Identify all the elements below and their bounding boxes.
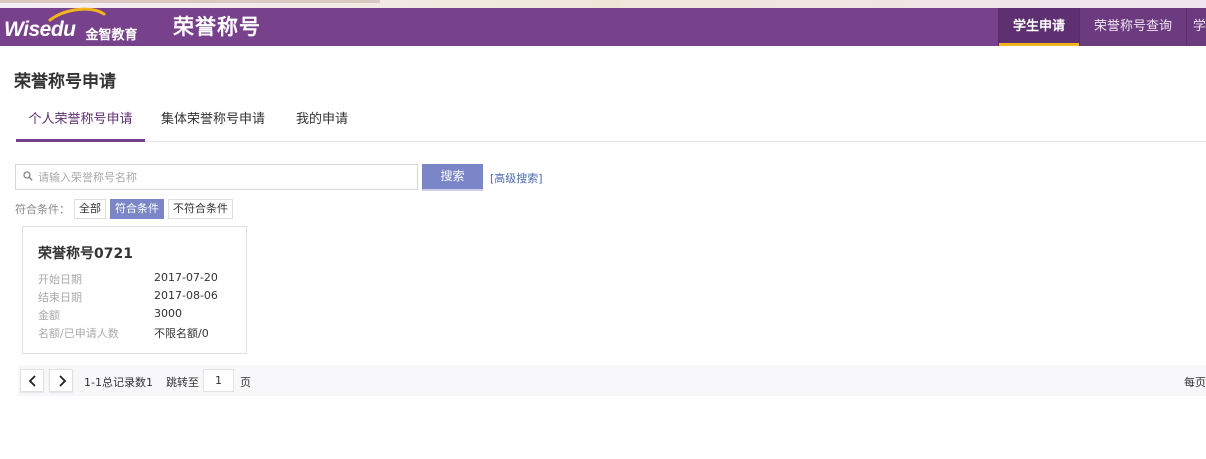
wisedu-logo[interactable]: Wisedu 金智教育 <box>4 7 138 46</box>
per-page-label: 每页 <box>1184 376 1206 389</box>
card-value: 3000 <box>154 307 182 320</box>
filter-eligible[interactable]: 符合条件 <box>110 199 164 219</box>
app-title: 荣誉称号 <box>173 15 261 39</box>
nav-more[interactable]: 学 <box>1186 8 1206 46</box>
tab-bar: 个人荣誉称号申请 集体荣誉称号申请 我的申请 <box>16 100 1206 142</box>
top-strip-bar <box>0 0 380 3</box>
nav-honor-query[interactable]: 荣誉称号查询 <box>1078 8 1186 46</box>
search-icon <box>23 171 33 181</box>
condition-filter: 符合条件： 全部 符合条件 不符合条件 <box>15 199 237 219</box>
card-value: 2017-07-20 <box>154 271 218 284</box>
card-row-amount: 金额 3000 <box>38 307 238 323</box>
card-key: 名额/已申请人数 <box>38 327 119 340</box>
pagination-bar: 1-1总记录数1 跳转至 页 每页 <box>18 365 1206 396</box>
honor-card[interactable]: 荣誉称号0721 开始日期 2017-07-20 结束日期 2017-08-06… <box>22 226 247 354</box>
next-page-button[interactable] <box>49 369 73 392</box>
chevron-right-icon <box>59 375 67 387</box>
chevron-left-icon <box>28 375 36 387</box>
card-row-end-date: 结束日期 2017-08-06 <box>38 289 238 305</box>
card-value: 不限名额/0 <box>154 327 209 340</box>
card-key: 金额 <box>38 309 60 322</box>
logo-swoosh-icon <box>48 7 106 22</box>
jump-label: 跳转至 <box>166 376 199 389</box>
card-row-quota: 名额/已申请人数 不限名额/0 <box>38 325 238 341</box>
search-input[interactable] <box>38 166 414 188</box>
page-title: 荣誉称号申请 <box>14 72 116 92</box>
filter-ineligible[interactable]: 不符合条件 <box>168 199 233 219</box>
search-button[interactable]: 搜索 <box>422 164 483 189</box>
search-box <box>15 164 418 190</box>
card-key: 开始日期 <box>38 273 82 286</box>
advanced-search-link[interactable]: [高级搜索] <box>490 170 543 186</box>
filter-label: 符合条件： <box>15 203 70 216</box>
page-number-input[interactable] <box>203 369 234 392</box>
tab-my-applications[interactable]: 我的申请 <box>290 100 354 142</box>
card-row-start-date: 开始日期 2017-07-20 <box>38 271 238 287</box>
tab-personal-honor[interactable]: 个人荣誉称号申请 <box>16 100 145 142</box>
filter-all[interactable]: 全部 <box>74 199 106 219</box>
honor-card-title: 荣誉称号0721 <box>38 246 133 262</box>
app-header: Wisedu 金智教育 荣誉称号 学生申请 荣誉称号查询 学 <box>0 7 1206 46</box>
record-range-text: 1-1总记录数1 <box>84 376 153 389</box>
card-value: 2017-08-06 <box>154 289 218 302</box>
top-nav: 学生申请 荣誉称号查询 学 <box>997 8 1206 46</box>
prev-page-button[interactable] <box>20 369 44 392</box>
card-key: 结束日期 <box>38 291 82 304</box>
window-top-strip <box>0 0 1206 8</box>
tab-group-honor[interactable]: 集体荣誉称号申请 <box>158 100 268 142</box>
nav-student-apply[interactable]: 学生申请 <box>997 8 1079 46</box>
page-unit-label: 页 <box>240 376 251 389</box>
